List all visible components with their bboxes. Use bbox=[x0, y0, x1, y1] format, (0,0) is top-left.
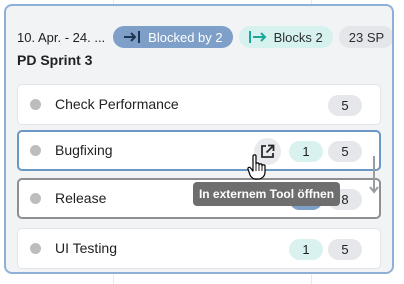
task-bugfixing[interactable]: Bugfixing 1 5 bbox=[17, 130, 381, 171]
sprint-header: 10. Apr. - 24. ... Blocked by 2 Blocks 2 bbox=[17, 26, 392, 48]
sprint-card[interactable]: 10. Apr. - 24. ... Blocked by 2 Blocks 2 bbox=[4, 4, 394, 274]
task-name: UI Testing bbox=[55, 240, 117, 256]
task-name: Check Performance bbox=[55, 96, 179, 112]
hand-pointer-icon bbox=[247, 154, 266, 180]
sprint-date-range: 10. Apr. - 24. ... bbox=[17, 29, 106, 45]
tooltip: In externem Tool öffnen bbox=[193, 182, 340, 206]
blocks-chip[interactable]: Blocks 2 bbox=[238, 26, 333, 48]
task-points: 5 bbox=[328, 141, 362, 162]
bar-to-arrow-icon bbox=[248, 31, 267, 43]
blocked-by-label: Blocked by 2 bbox=[148, 29, 223, 45]
task-points: 5 bbox=[328, 239, 362, 260]
task-name: Release bbox=[55, 190, 107, 206]
status-dot bbox=[30, 99, 41, 110]
task-points: 5 bbox=[328, 95, 362, 116]
arrow-to-bar-icon bbox=[123, 31, 141, 43]
task-dependency-count: 1 bbox=[289, 239, 323, 260]
task-dependency-count: 1 bbox=[289, 141, 323, 162]
task-name: Bugfixing bbox=[55, 142, 113, 158]
status-dot bbox=[30, 193, 41, 204]
blocked-by-chip[interactable]: Blocked by 2 bbox=[113, 26, 233, 48]
status-dot bbox=[30, 145, 41, 156]
task-check-performance[interactable]: Check Performance 5 bbox=[17, 84, 381, 125]
drag-resize-indicator[interactable] bbox=[368, 154, 380, 196]
status-dot bbox=[30, 243, 41, 254]
blocks-label: Blocks 2 bbox=[273, 29, 323, 45]
task-ui-testing[interactable]: UI Testing 1 5 bbox=[17, 228, 381, 269]
sprint-title: PD Sprint 3 bbox=[17, 52, 93, 68]
story-points-chip: 23 SP bbox=[338, 26, 392, 48]
